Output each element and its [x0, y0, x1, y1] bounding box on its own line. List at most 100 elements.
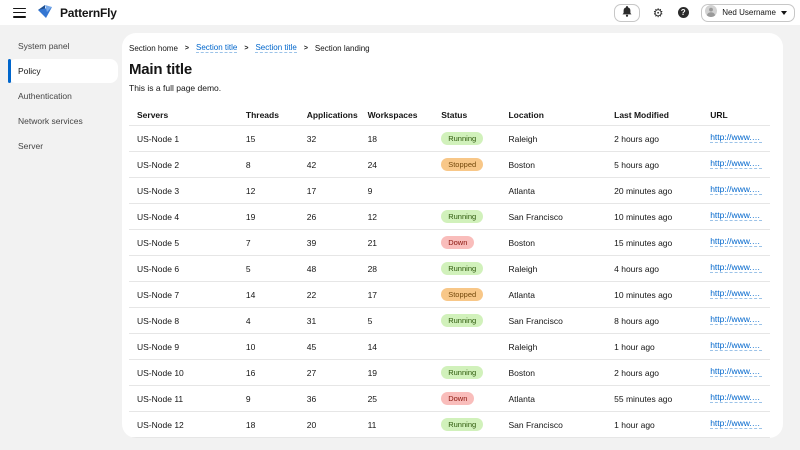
- cell-last-modified: 10 minutes ago: [606, 204, 702, 230]
- cell-threads: 7: [238, 230, 299, 256]
- cell-threads: 10: [238, 334, 299, 360]
- table-row-us-node-12: US-Node 12182011RunningSan Francisco1 ho…: [129, 412, 770, 438]
- help-button[interactable]: ?: [676, 6, 690, 20]
- cell-server: US-Node 1: [129, 126, 238, 152]
- table-row-us-node-9: US-Node 9104514Raleigh1 hour agohttp://w…: [129, 334, 770, 360]
- cell-url: http://www.redhat…: [702, 386, 769, 412]
- cell-server: US-Node 7: [129, 282, 238, 308]
- patternfly-logo-icon: [38, 5, 54, 20]
- cell-status: Stopped: [433, 438, 500, 439]
- cell-server: US-Node 3: [129, 178, 238, 204]
- cell-status: Down: [433, 386, 500, 412]
- cell-last-modified: 20 minutes ago: [606, 178, 702, 204]
- gear-icon: ⚙: [653, 7, 664, 19]
- sidebar-item-policy[interactable]: Policy: [8, 59, 118, 83]
- cell-location: San Francisco: [500, 308, 606, 334]
- url-link[interactable]: http://www.redhat…: [710, 184, 761, 195]
- masthead: PatternFly ⚙ ?: [0, 0, 800, 25]
- cell-url: http://www.redhat…: [702, 152, 769, 178]
- cell-location: Raleigh: [500, 334, 606, 360]
- url-link[interactable]: http://www.redhat…: [710, 132, 761, 143]
- breadcrumb-item-section-landing-current: Section landing: [315, 44, 370, 53]
- cell-location: Atlanta: [500, 282, 606, 308]
- cell-server: US-Node 8: [129, 308, 238, 334]
- table-row-us-node-3: US-Node 312179Atlanta20 minutes agohttp:…: [129, 178, 770, 204]
- status-badge: Running: [441, 210, 483, 223]
- cell-url: http://www.redhat…: [702, 438, 769, 439]
- cell-threads: 5: [238, 256, 299, 282]
- sidebar-item-system-panel[interactable]: System panel: [8, 34, 118, 58]
- cell-workspaces: 28: [360, 256, 434, 282]
- cell-last-modified: 55 minutes ago: [606, 386, 702, 412]
- nav-toggle-button[interactable]: [13, 8, 26, 18]
- cell-last-modified: 2 hours ago: [606, 360, 702, 386]
- cell-last-modified: 15 minutes ago: [606, 230, 702, 256]
- cell-location: Boston: [500, 360, 606, 386]
- sidebar-item-network-services[interactable]: Network services: [8, 109, 118, 133]
- cell-status: Down: [433, 230, 500, 256]
- cell-server: US-Node 12: [129, 412, 238, 438]
- cell-status: [433, 178, 500, 204]
- cell-server: US-Node 13: [129, 438, 238, 439]
- cell-workspaces: 21: [360, 230, 434, 256]
- cell-location: Raleigh: [500, 438, 606, 439]
- user-menu[interactable]: Ned Username: [701, 4, 795, 22]
- cell-status: Stopped: [433, 282, 500, 308]
- status-badge: Running: [441, 366, 483, 379]
- breadcrumb-item-section-title[interactable]: Section title: [196, 43, 237, 53]
- url-link[interactable]: http://www.redhat…: [710, 392, 761, 403]
- cell-status: Running: [433, 308, 500, 334]
- cell-last-modified: 1 hour ago: [606, 334, 702, 360]
- sidebar-item-authentication[interactable]: Authentication: [8, 84, 118, 108]
- content-card: Section home>Section title>Section title…: [122, 33, 783, 438]
- url-link[interactable]: http://www.redhat…: [710, 340, 761, 351]
- url-link[interactable]: http://www.redhat…: [710, 262, 761, 273]
- cell-status: Running: [433, 256, 500, 282]
- breadcrumb-item-section-title[interactable]: Section title: [255, 43, 296, 53]
- cell-applications: 17: [299, 178, 360, 204]
- settings-button[interactable]: ⚙: [651, 6, 665, 20]
- url-link[interactable]: http://www.redhat…: [710, 210, 761, 221]
- servers-table: ServersThreadsApplicationsWorkspacesStat…: [129, 105, 770, 438]
- column-header-servers: Servers: [129, 105, 238, 126]
- table-row-us-node-5: US-Node 573921DownBoston15 minutes agoht…: [129, 230, 770, 256]
- page-title: Main title: [129, 61, 776, 78]
- cell-location: Atlanta: [500, 178, 606, 204]
- url-link[interactable]: http://www.redhat…: [710, 366, 761, 377]
- url-link[interactable]: http://www.redhat…: [710, 236, 761, 247]
- sidebar: System panelPolicyAuthenticationNetwork …: [0, 25, 122, 450]
- cell-server: US-Node 10: [129, 360, 238, 386]
- breadcrumb-separator-icon: >: [185, 45, 189, 52]
- url-link[interactable]: http://www.redhat…: [710, 418, 761, 429]
- cell-server: US-Node 11: [129, 386, 238, 412]
- table-row-us-node-6: US-Node 654828RunningRaleigh4 hours agoh…: [129, 256, 770, 282]
- cell-last-modified: 10 minutes ago: [606, 282, 702, 308]
- status-badge: Running: [441, 418, 483, 431]
- status-badge: Stopped: [441, 288, 483, 301]
- sidebar-nav: System panelPolicyAuthenticationNetwork …: [0, 34, 122, 158]
- table-row-us-node-13: US-Node 1334329StoppedRaleigh20 minutes …: [129, 438, 770, 439]
- cell-threads: 3: [238, 438, 299, 439]
- cell-workspaces: 24: [360, 152, 434, 178]
- cell-applications: 27: [299, 360, 360, 386]
- cell-applications: 39: [299, 230, 360, 256]
- cell-url: http://www.redhat…: [702, 282, 769, 308]
- cell-threads: 15: [238, 126, 299, 152]
- url-link[interactable]: http://www.redhat…: [710, 314, 761, 325]
- cell-status: Running: [433, 204, 500, 230]
- cell-last-modified: 2 hours ago: [606, 126, 702, 152]
- notifications-button[interactable]: [614, 4, 640, 22]
- status-badge: Running: [441, 262, 483, 275]
- sidebar-item-server[interactable]: Server: [8, 134, 118, 158]
- app-window: PatternFly ⚙ ?: [0, 0, 800, 450]
- cell-server: US-Node 6: [129, 256, 238, 282]
- cell-location: Boston: [500, 152, 606, 178]
- url-link[interactable]: http://www.redhat…: [710, 158, 761, 169]
- cell-workspaces: 14: [360, 334, 434, 360]
- table-row-us-node-10: US-Node 10162719RunningBoston2 hours ago…: [129, 360, 770, 386]
- column-header-url: URL: [702, 105, 769, 126]
- table-body: US-Node 1153218RunningRaleigh2 hours ago…: [129, 126, 770, 439]
- url-link[interactable]: http://www.redhat…: [710, 288, 761, 299]
- cell-location: San Francisco: [500, 204, 606, 230]
- masthead-toolbar: ⚙ ? Ned Username: [614, 4, 795, 22]
